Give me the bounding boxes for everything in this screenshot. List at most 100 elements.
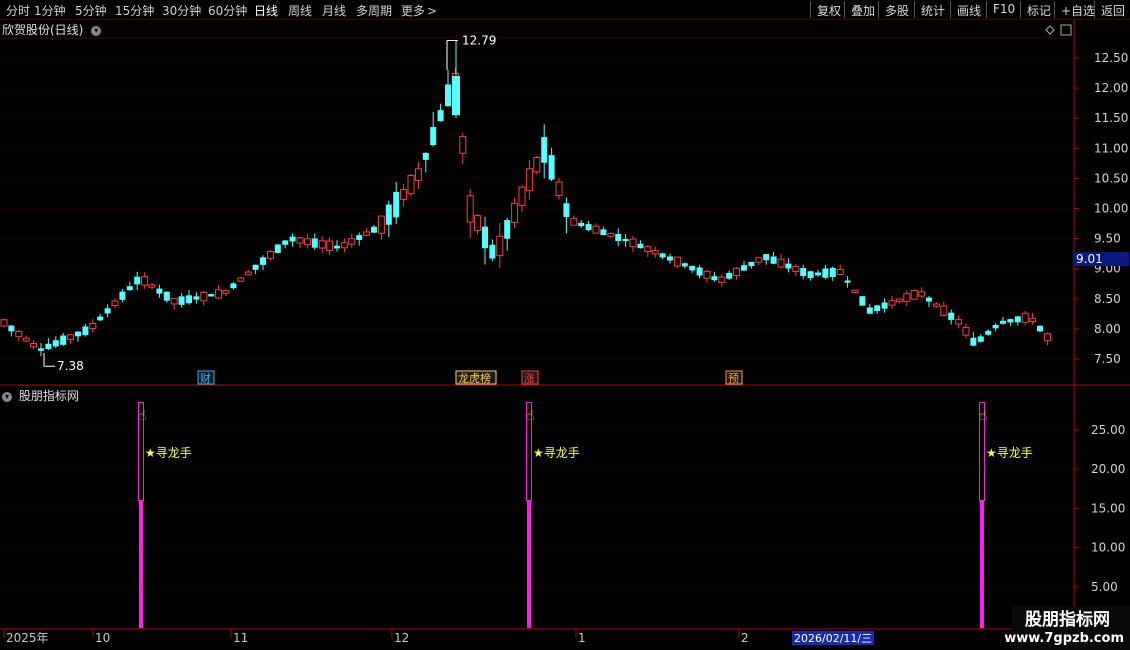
- candle-body: [836, 268, 844, 275]
- candle-body: [600, 229, 607, 236]
- candle-body: [1029, 317, 1037, 323]
- candle-body: [163, 291, 170, 301]
- candle-body: [970, 337, 977, 346]
- candle-body: [555, 181, 563, 197]
- candle-body: [926, 297, 932, 302]
- candle-body: [726, 272, 733, 279]
- time-label: 12: [394, 631, 409, 645]
- candle-body: [318, 240, 326, 249]
- signal-bar: [139, 500, 143, 628]
- candle-body: [903, 293, 911, 302]
- candle-body: [274, 244, 281, 254]
- candle-body: [30, 342, 38, 348]
- candle-body: [651, 250, 659, 255]
- candle-body: [859, 296, 866, 306]
- candle-body: [208, 294, 215, 297]
- candle-body: [659, 253, 666, 258]
- candle-body: [326, 240, 334, 251]
- signal-bar: [527, 500, 531, 628]
- y-tick-label: 7.50: [1094, 352, 1121, 366]
- candle-body: [770, 256, 777, 264]
- candle-body: [548, 155, 555, 180]
- candle-body: [592, 225, 600, 234]
- candle-body: [741, 265, 747, 271]
- event-marker: 龙虎榜: [458, 371, 491, 385]
- indicator-title: ▾ 股朋指标网: [2, 387, 79, 404]
- candle-body: [193, 296, 200, 300]
- y-tick-label: 11.50: [1094, 111, 1128, 125]
- candle-body: [407, 174, 415, 195]
- candle-body: [1043, 333, 1051, 342]
- pointing-hand-icon: ☝: [138, 408, 147, 424]
- indicator-tick-label: 5.00: [1091, 580, 1118, 594]
- candle-body: [673, 256, 681, 267]
- candle-body: [200, 291, 208, 302]
- candle-body: [504, 220, 511, 239]
- time-label: 11: [233, 631, 248, 645]
- candle-body: [0, 319, 8, 327]
- candle-body: [334, 245, 340, 249]
- indicator-tick-label: 10.00: [1091, 541, 1125, 555]
- candle-body: [104, 308, 111, 314]
- candle-body: [45, 343, 52, 350]
- candle-body: [303, 238, 311, 246]
- chevron-down-icon[interactable]: ▾: [2, 391, 12, 402]
- candle-body: [414, 168, 422, 181]
- candle-body: [874, 305, 881, 312]
- event-marker: 涨: [524, 372, 535, 385]
- candle-body: [385, 204, 392, 225]
- candle-body: [763, 254, 770, 261]
- candle-body: [644, 246, 652, 253]
- candle-body: [881, 302, 888, 309]
- candle-body: [356, 235, 363, 240]
- kline-chart[interactable]: ☝ ★寻龙手 ☝ ★寻龙手 ☝ ★寻龙手 12.50 12.00 11.50 11.00 10.5…: [0, 0, 1130, 650]
- candle-body: [82, 326, 89, 336]
- candle-body: [948, 312, 955, 320]
- candle-body: [895, 298, 903, 302]
- candle-body: [703, 270, 711, 279]
- candle-body: [60, 335, 67, 345]
- candle-body: [186, 295, 192, 304]
- candle-body: [578, 222, 585, 227]
- candle-body: [266, 251, 274, 259]
- candle-body: [607, 232, 615, 237]
- event-marker: 财: [200, 371, 211, 385]
- cursor-date: 2026/02/11/三: [794, 632, 872, 645]
- candle-body: [711, 276, 718, 281]
- candle-body: [932, 303, 940, 307]
- candle-body: [156, 288, 163, 294]
- candle-body: [755, 257, 763, 263]
- candle-body: [75, 331, 81, 337]
- candle-body: [22, 337, 30, 342]
- candle-body: [89, 322, 97, 330]
- candle-body: [910, 290, 918, 300]
- candle-body: [52, 340, 59, 347]
- candle-body: [822, 268, 829, 278]
- candle-body: [1007, 319, 1014, 323]
- y-tick-label: 10.00: [1094, 202, 1128, 216]
- candle-body: [667, 256, 673, 261]
- candle-body: [955, 319, 963, 325]
- candle-body: [918, 291, 926, 297]
- candle-body: [289, 236, 296, 242]
- candle-body: [474, 215, 482, 232]
- candle-body: [718, 276, 726, 283]
- candle-body: [237, 277, 245, 282]
- indicator-title-text: 股朋指标网: [18, 389, 79, 403]
- candle-body: [733, 267, 741, 276]
- candle-body: [785, 263, 792, 269]
- candle-body: [615, 233, 622, 241]
- candle-body: [992, 324, 999, 329]
- time-label: 2025年: [6, 631, 49, 645]
- candle-body: [430, 127, 437, 146]
- candle-body: [985, 330, 992, 335]
- candle-body: [134, 276, 141, 285]
- candle-body: [815, 272, 821, 276]
- candle-body: [888, 300, 896, 306]
- candle-body: [563, 203, 570, 218]
- candle-body: [296, 237, 304, 244]
- candle-body: [800, 268, 807, 276]
- candle-body: [681, 263, 688, 267]
- y-tick-label: 8.50: [1094, 292, 1121, 306]
- watermark-title: 股朋指标网: [1025, 610, 1110, 630]
